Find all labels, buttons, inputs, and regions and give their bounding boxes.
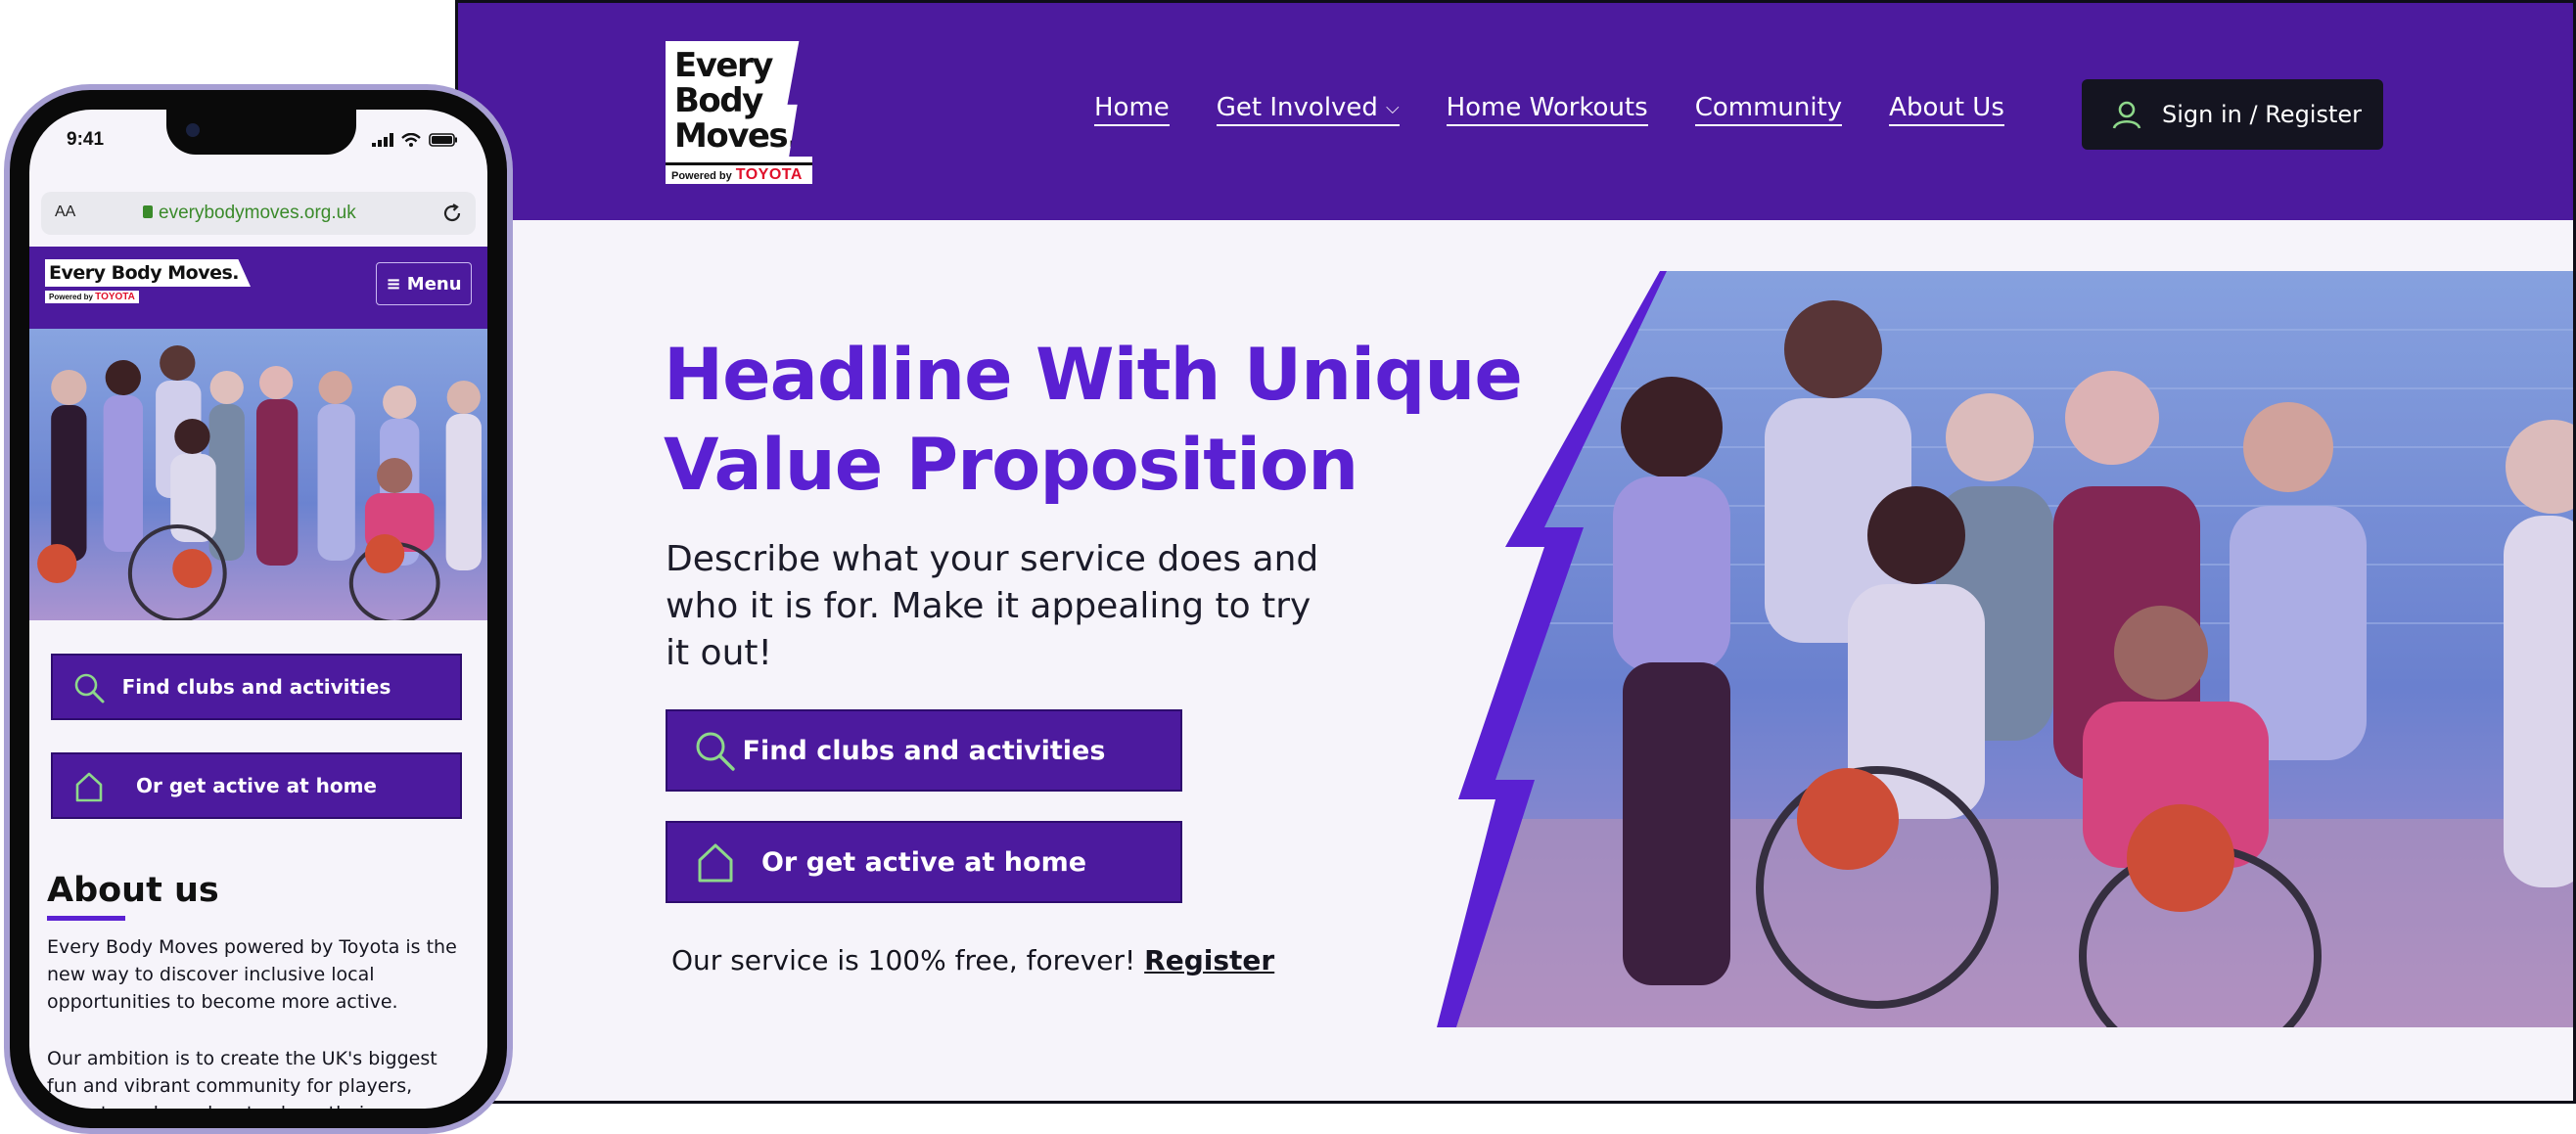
status-icons bbox=[372, 133, 458, 147]
mobile-toyota-brand: TOYOTA bbox=[95, 292, 135, 302]
search-icon bbox=[74, 673, 105, 703]
powered-by-text: Powered by bbox=[671, 170, 732, 182]
logo-word-2: Body bbox=[674, 81, 763, 120]
nav-community[interactable]: Community bbox=[1694, 93, 1843, 126]
wifi-icon bbox=[401, 133, 421, 147]
camera-icon bbox=[186, 123, 200, 137]
register-link[interactable]: Register bbox=[1144, 944, 1274, 976]
mobile-powered-text: Powered by bbox=[49, 293, 93, 301]
mobile-logo-text: Every Body Moves. bbox=[45, 259, 252, 287]
free-service-text: Our service is 100% free, forever! Regis… bbox=[671, 944, 1274, 976]
phone-screen: 9:41 AA everybodymoves.org.uk Every Body… bbox=[29, 110, 487, 1109]
mobile-find-clubs-label: Find clubs and activities bbox=[121, 675, 391, 699]
phone-bezel: 9:41 AA everybodymoves.org.uk Every Body… bbox=[10, 90, 507, 1128]
nav-get-involved-label: Get Involved bbox=[1216, 93, 1378, 122]
reload-icon[interactable] bbox=[440, 202, 464, 225]
battery-icon bbox=[429, 133, 457, 147]
mobile-logo[interactable]: Every Body Moves. Powered by TOYOTA bbox=[45, 259, 252, 304]
site-header: Every Body Moves. Powered by TOYOTA Home … bbox=[458, 3, 2573, 220]
user-icon bbox=[2112, 101, 2141, 129]
home-icon bbox=[698, 843, 733, 883]
mobile-hero-photo bbox=[29, 329, 487, 620]
menu-button[interactable]: ≡ Menu bbox=[376, 262, 472, 305]
browser-url-bar[interactable]: AA everybodymoves.org.uk bbox=[41, 192, 476, 235]
free-text: Our service is 100% free, forever! bbox=[671, 944, 1136, 976]
about-heading: About us bbox=[47, 871, 219, 910]
about-underline bbox=[47, 916, 125, 921]
text-size-button[interactable]: AA bbox=[55, 204, 75, 221]
url-text: everybodymoves.org.uk bbox=[159, 203, 356, 223]
hero-headline: Headline With Unique Value Proposition bbox=[664, 334, 1523, 507]
site-logo[interactable]: Every Body Moves. Powered by TOYOTA bbox=[666, 41, 812, 184]
phone-frame: 9:41 AA everybodymoves.org.uk Every Body… bbox=[4, 84, 513, 1134]
mobile-header: Every Body Moves. Powered by TOYOTA ≡ Me… bbox=[29, 247, 487, 329]
mobile-home-active-label: Or get active at home bbox=[136, 774, 377, 797]
about-paragraph-1: Every Body Moves powered by Toyota is th… bbox=[47, 936, 457, 1013]
hero-description: Describe what your service does and who … bbox=[666, 539, 1319, 673]
nav-home[interactable]: Home bbox=[1094, 93, 1170, 126]
home-active-label: Or get active at home bbox=[760, 846, 1087, 878]
signal-icon bbox=[372, 133, 393, 147]
lock-icon bbox=[143, 205, 153, 218]
nav-home-workouts[interactable]: Home Workouts bbox=[1446, 93, 1648, 126]
toyota-brand: TOYOTA bbox=[735, 166, 803, 183]
sign-in-label: Sign in / Register bbox=[2162, 101, 2363, 128]
logo-powered-by: Powered by TOYOTA bbox=[666, 162, 812, 184]
main-nav: Home Get Involved ⌵ Home Workouts Communi… bbox=[1094, 93, 2004, 126]
find-clubs-label: Find clubs and activities bbox=[742, 735, 1106, 766]
status-time: 9:41 bbox=[67, 129, 105, 150]
logo-word-1: Every bbox=[674, 46, 773, 85]
home-active-button[interactable]: Or get active at home bbox=[666, 821, 1182, 903]
home-icon bbox=[75, 772, 103, 802]
search-icon bbox=[696, 732, 735, 771]
about-paragraph-2: Our ambition is to create the UK's bigge… bbox=[47, 1048, 437, 1109]
logo-word-3: Moves. bbox=[674, 116, 800, 156]
nav-get-involved[interactable]: Get Involved ⌵ bbox=[1216, 93, 1400, 126]
find-clubs-button[interactable]: Find clubs and activities bbox=[666, 709, 1182, 792]
mobile-logo-powered: Powered by TOYOTA bbox=[45, 291, 139, 303]
desktop-page: Every Body Moves. Powered by TOYOTA Home … bbox=[455, 0, 2576, 1104]
chevron-down-icon: ⌵ bbox=[1385, 98, 1400, 118]
mobile-find-clubs-button[interactable]: Find clubs and activities bbox=[51, 654, 462, 720]
hero-photo bbox=[1437, 271, 2573, 1027]
nav-about-us[interactable]: About Us bbox=[1889, 93, 2004, 126]
sign-in-button[interactable]: Sign in / Register bbox=[2082, 79, 2383, 150]
mobile-home-active-button[interactable]: Or get active at home bbox=[51, 752, 462, 819]
phone-notch bbox=[166, 110, 356, 155]
